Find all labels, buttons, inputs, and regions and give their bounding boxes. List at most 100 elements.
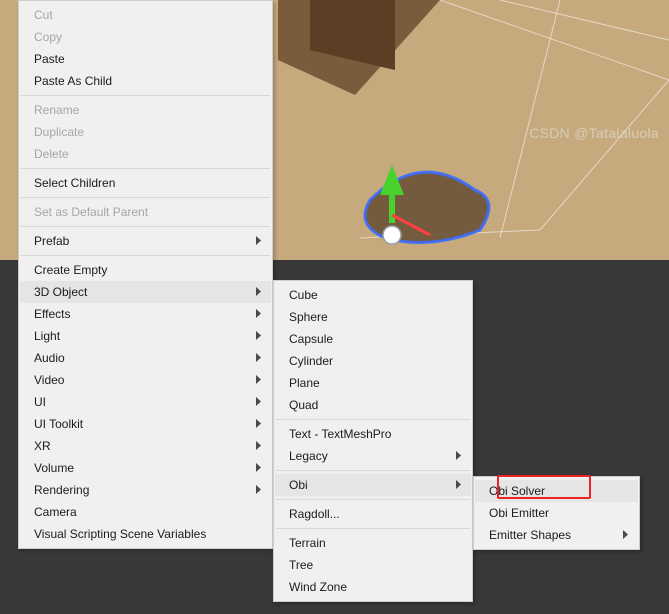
chevron-right-icon xyxy=(255,374,263,385)
menu-separator xyxy=(276,528,470,529)
menu-item-label: Video xyxy=(34,373,64,387)
menu-item-3d-object[interactable]: 3D Object xyxy=(20,281,271,303)
menu-item-label: Sphere xyxy=(289,310,328,324)
menu-item-label: Delete xyxy=(34,147,69,161)
chevron-right-icon xyxy=(255,286,263,297)
menu-item-label: Terrain xyxy=(289,536,326,550)
menu-separator xyxy=(276,499,470,500)
menu-item-obi[interactable]: Obi xyxy=(275,474,471,496)
menu-separator xyxy=(21,226,270,227)
chevron-right-icon xyxy=(255,396,263,407)
menu-item-label: UI Toolkit xyxy=(34,417,83,431)
menu-item-label: Select Children xyxy=(34,176,115,190)
menu-item-label: Visual Scripting Scene Variables xyxy=(34,527,206,541)
menu-item-legacy[interactable]: Legacy xyxy=(275,445,471,467)
menu-item-label: Text - TextMeshPro xyxy=(289,427,391,441)
menu-item-volume[interactable]: Volume xyxy=(20,457,271,479)
chevron-right-icon xyxy=(255,308,263,319)
menu-item-duplicate: Duplicate xyxy=(20,121,271,143)
menu-item-prefab[interactable]: Prefab xyxy=(20,230,271,252)
menu-item-capsule[interactable]: Capsule xyxy=(275,328,471,350)
menu-item-set-as-default-parent: Set as Default Parent xyxy=(20,201,271,223)
menu-item-rename: Rename xyxy=(20,99,271,121)
menu-item-label: Legacy xyxy=(289,449,328,463)
menu-item-label: Cube xyxy=(289,288,318,302)
menu-separator xyxy=(21,95,270,96)
menu-item-copy: Copy xyxy=(20,26,271,48)
menu-item-label: Volume xyxy=(34,461,74,475)
chevron-right-icon xyxy=(255,462,263,473)
menu-item-text-textmeshpro[interactable]: Text - TextMeshPro xyxy=(275,423,471,445)
menu-separator xyxy=(21,197,270,198)
menu-item-label: Set as Default Parent xyxy=(34,205,148,219)
menu-item-label: Obi xyxy=(289,478,308,492)
menu-item-label: Duplicate xyxy=(34,125,84,139)
menu-item-cut: Cut xyxy=(20,4,271,26)
menu-item-create-empty[interactable]: Create Empty xyxy=(20,259,271,281)
menu-item-label: XR xyxy=(34,439,51,453)
chevron-right-icon xyxy=(255,418,263,429)
menu-separator xyxy=(21,168,270,169)
menu-item-label: Paste As Child xyxy=(34,74,112,88)
chevron-right-icon xyxy=(622,529,630,540)
menu-item-visual-scripting-scene-variables[interactable]: Visual Scripting Scene Variables xyxy=(20,523,271,545)
menu-item-label: Plane xyxy=(289,376,320,390)
menu-item-audio[interactable]: Audio xyxy=(20,347,271,369)
menu-item-paste[interactable]: Paste xyxy=(20,48,271,70)
menu-item-label: Quad xyxy=(289,398,318,412)
menu-separator xyxy=(276,470,470,471)
menu-item-plane[interactable]: Plane xyxy=(275,372,471,394)
menu-item-label: Cut xyxy=(34,8,53,22)
menu-item-label: Emitter Shapes xyxy=(489,528,571,542)
menu-separator xyxy=(21,255,270,256)
menu-item-xr[interactable]: XR xyxy=(20,435,271,457)
menu-item-obi-solver[interactable]: Obi Solver xyxy=(475,480,638,502)
menu-item-label: Ragdoll... xyxy=(289,507,340,521)
chevron-right-icon xyxy=(255,352,263,363)
menu-item-camera[interactable]: Camera xyxy=(20,501,271,523)
menu-item-label: Rename xyxy=(34,103,79,117)
menu-item-label: Light xyxy=(34,329,60,343)
chevron-right-icon xyxy=(255,484,263,495)
menu-item-ui[interactable]: UI xyxy=(20,391,271,413)
menu-item-label: Paste xyxy=(34,52,65,66)
menu-item-label: Create Empty xyxy=(34,263,107,277)
menu-item-tree[interactable]: Tree xyxy=(275,554,471,576)
menu-item-label: Copy xyxy=(34,30,62,44)
menu-item-select-children[interactable]: Select Children xyxy=(20,172,271,194)
menu-item-paste-as-child[interactable]: Paste As Child xyxy=(20,70,271,92)
menu-item-label: 3D Object xyxy=(34,285,87,299)
menu-item-wind-zone[interactable]: Wind Zone xyxy=(275,576,471,598)
menu-item-ui-toolkit[interactable]: UI Toolkit xyxy=(20,413,271,435)
menu-item-label: Effects xyxy=(34,307,70,321)
menu-item-rendering[interactable]: Rendering xyxy=(20,479,271,501)
chevron-right-icon xyxy=(255,330,263,341)
menu-item-video[interactable]: Video xyxy=(20,369,271,391)
menu-item-quad[interactable]: Quad xyxy=(275,394,471,416)
menu-item-label: UI xyxy=(34,395,46,409)
menu-item-label: Cylinder xyxy=(289,354,333,368)
menu-item-label: Camera xyxy=(34,505,77,519)
menu-item-sphere[interactable]: Sphere xyxy=(275,306,471,328)
menu-item-terrain[interactable]: Terrain xyxy=(275,532,471,554)
context-menu-main[interactable]: Cut Copy Paste Paste As Child Rename Duplicat… xyxy=(18,0,273,549)
menu-item-emitter-shapes[interactable]: Emitter Shapes xyxy=(475,524,638,546)
menu-item-label: Capsule xyxy=(289,332,333,346)
menu-item-label: Prefab xyxy=(34,234,69,248)
menu-item-label: Wind Zone xyxy=(289,580,347,594)
menu-item-cylinder[interactable]: Cylinder xyxy=(275,350,471,372)
menu-item-delete: Delete xyxy=(20,143,271,165)
menu-item-cube[interactable]: Cube xyxy=(275,284,471,306)
context-menu-3d-object[interactable]: Cube Sphere Capsule Cylinder Plane Quad Text -… xyxy=(273,280,473,602)
menu-item-label: Audio xyxy=(34,351,65,365)
chevron-right-icon xyxy=(455,479,463,490)
menu-item-light[interactable]: Light xyxy=(20,325,271,347)
menu-separator xyxy=(276,419,470,420)
chevron-right-icon xyxy=(455,450,463,461)
context-menu-obi[interactable]: Obi Solver Obi Emitter Emitter Shapes xyxy=(473,476,640,550)
menu-item-effects[interactable]: Effects xyxy=(20,303,271,325)
chevron-right-icon xyxy=(255,440,263,451)
menu-item-ragdoll[interactable]: Ragdoll... xyxy=(275,503,471,525)
menu-item-obi-emitter[interactable]: Obi Emitter xyxy=(475,502,638,524)
menu-item-label: Obi Emitter xyxy=(489,506,549,520)
